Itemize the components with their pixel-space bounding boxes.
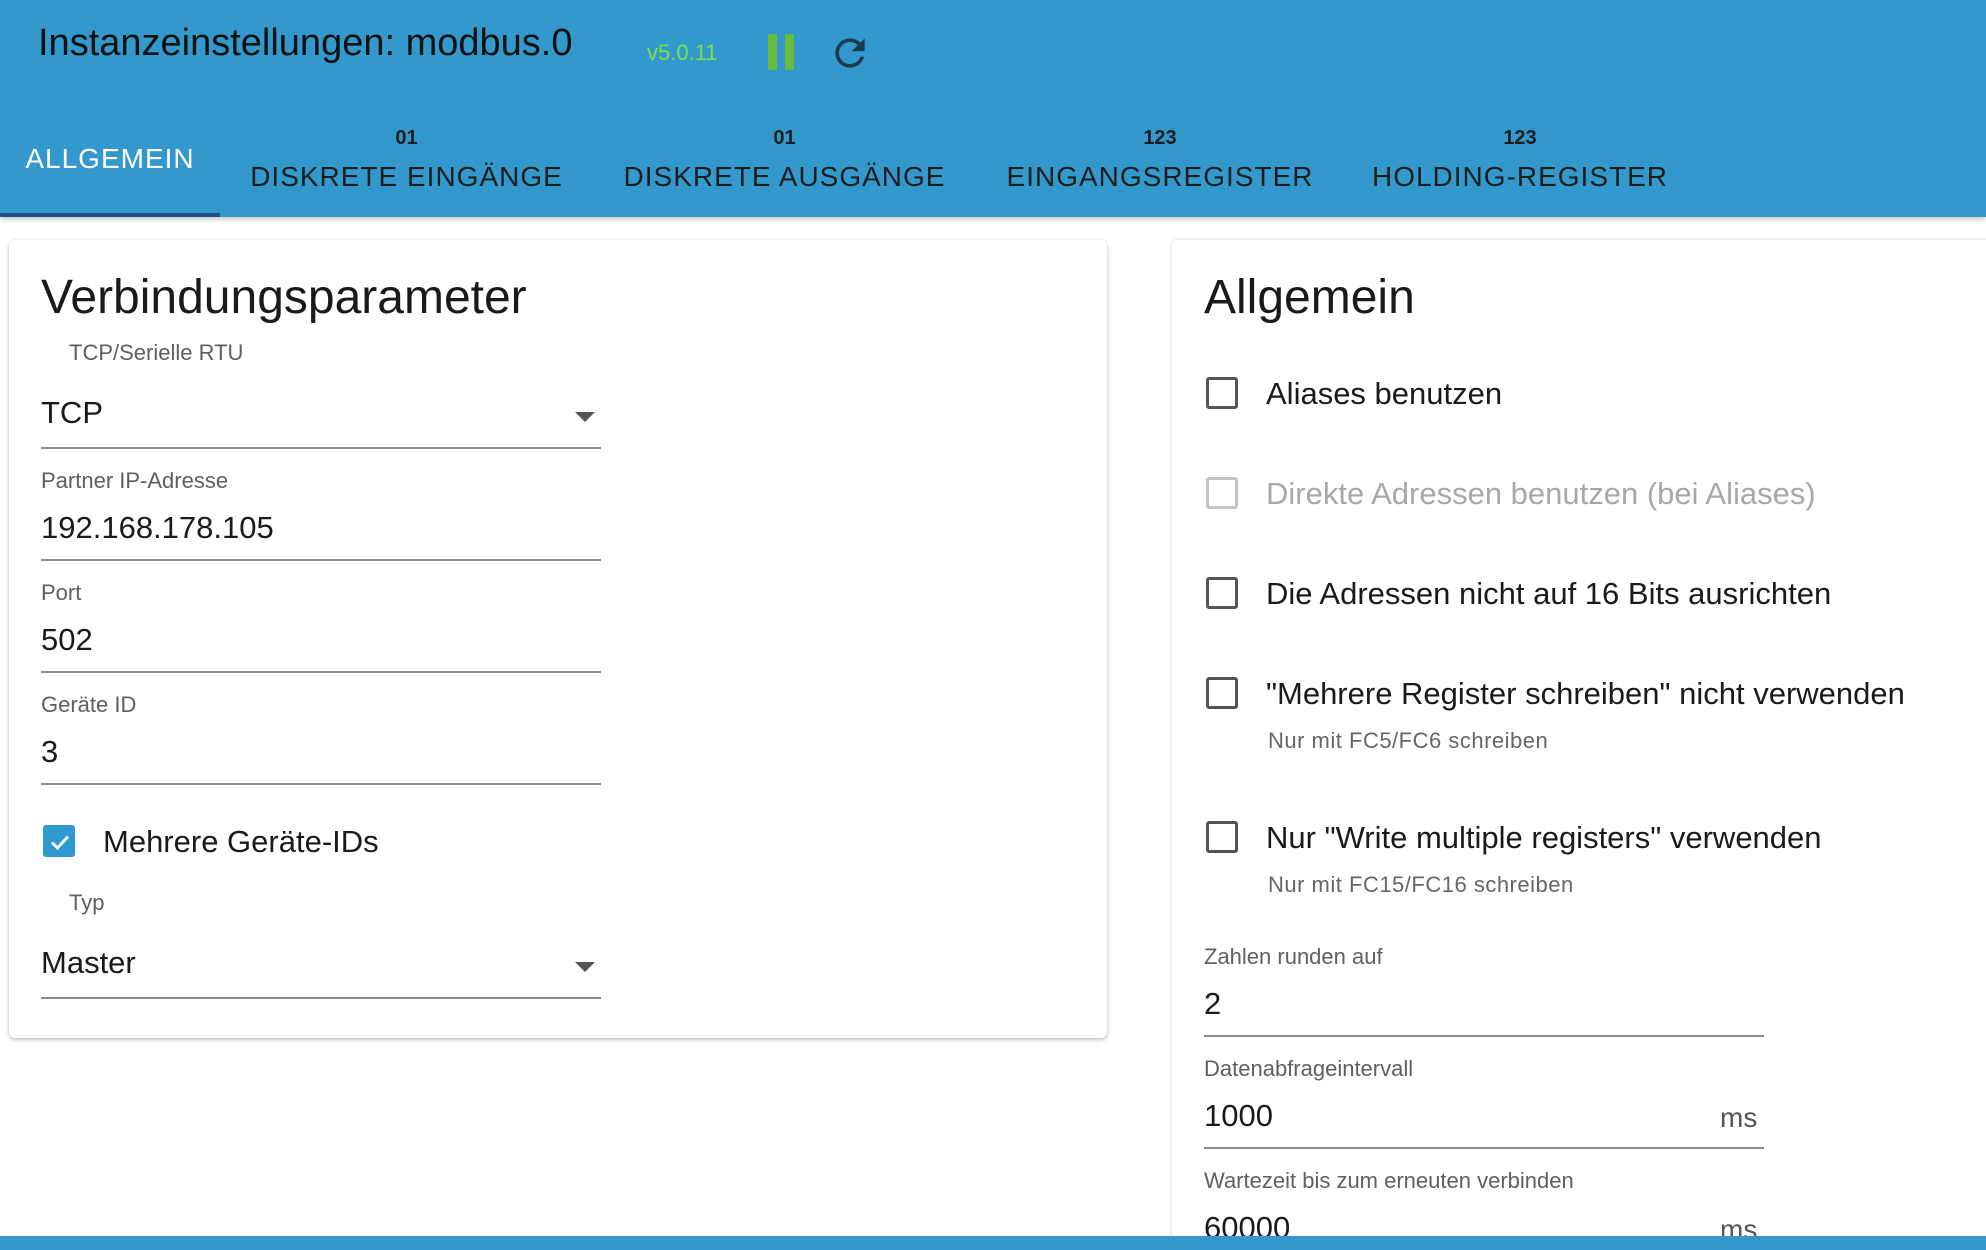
tab-diskrete-ausgaenge[interactable]: 01 DISKRETE AUSGÄNGE	[618, 100, 951, 217]
multi-ids-label: Mehrere Geräte-IDs	[103, 824, 379, 859]
round-underline	[1204, 1035, 1764, 1037]
multi-ids-checkbox[interactable]	[43, 825, 75, 857]
check-icon	[50, 835, 70, 851]
chevron-down-icon	[575, 962, 595, 972]
bottom-toolbar	[0, 1236, 1986, 1250]
section-title-connection: Verbindungsparameter	[41, 271, 527, 324]
ip-underline	[41, 559, 601, 561]
poll-unit: ms	[1720, 1102, 1758, 1133]
device-id-input[interactable]: 3	[41, 734, 58, 770]
tab-label: ALLGEMEIN	[25, 143, 195, 174]
no-multi-write-label: "Mehrere Register schreiben" nicht verwe…	[1266, 676, 1905, 711]
ip-input[interactable]: 192.168.178.105	[41, 510, 274, 546]
general-panel: Allgemein Aliases benutzen Direkte Adres…	[1172, 240, 1986, 1245]
connection-card: Verbindungsparameter TCP/Serielle RTU TC…	[9, 240, 1107, 1038]
tab-label: HOLDING-REGISTER	[1371, 161, 1669, 192]
poll-underline	[1204, 1147, 1764, 1149]
tab-label: DISKRETE AUSGÄNGE	[623, 161, 946, 192]
port-label: Port	[41, 580, 82, 605]
no-align-label: Die Adressen nicht auf 16 Bits ausrichte…	[1266, 576, 1832, 611]
mode-value: TCP	[41, 395, 103, 430]
type-underline	[41, 997, 601, 999]
active-tab-indicator	[0, 213, 220, 217]
tab-holding-register[interactable]: 123 HOLDING-REGISTER	[1365, 100, 1675, 217]
app-header: Instanzeinstellungen: modbus.0 v5.0.11 A…	[0, 0, 1986, 217]
no-multi-write-checkbox[interactable]	[1206, 677, 1238, 709]
only-multi-write-label: Nur "Write multiple registers" verwenden	[1266, 820, 1822, 855]
round-input[interactable]: 2	[1204, 986, 1221, 1022]
numeric-icon: 123	[1143, 127, 1177, 149]
round-label: Zahlen runden auf	[1204, 944, 1383, 969]
reload-icon[interactable]	[828, 31, 872, 75]
poll-input[interactable]: 1000	[1204, 1098, 1273, 1134]
version-badge: v5.0.11	[647, 40, 718, 65]
tab-diskrete-eingaenge[interactable]: 01 DISKRETE EINGÄNGE	[240, 100, 573, 217]
mode-select[interactable]: TCP	[41, 380, 611, 450]
direct-addresses-checkbox[interactable]	[1206, 477, 1238, 509]
ip-label: Partner IP-Adresse	[41, 468, 229, 493]
tab-eingangsregister[interactable]: 123 EINGANGSREGISTER	[1000, 100, 1320, 217]
mode-label: TCP/Serielle RTU	[69, 340, 244, 365]
mode-underline	[41, 447, 601, 449]
section-title-general: Allgemein	[1204, 271, 1415, 324]
port-input[interactable]: 502	[41, 622, 93, 658]
device-id-label: Geräte ID	[41, 692, 137, 717]
chevron-down-icon	[575, 412, 595, 422]
aliases-label: Aliases benutzen	[1266, 376, 1503, 411]
direct-addresses-label: Direkte Adressen benutzen (bei Aliases)	[1266, 476, 1816, 511]
no-align-checkbox[interactable]	[1206, 577, 1238, 609]
only-multi-write-helper: Nur mit FC15/FC16 schreiben	[1268, 872, 1574, 897]
pause-icon[interactable]	[766, 34, 796, 70]
aliases-checkbox[interactable]	[1206, 377, 1238, 409]
tab-label: DISKRETE EINGÄNGE	[250, 161, 563, 192]
type-select[interactable]: Master	[41, 930, 611, 1000]
port-underline	[41, 671, 601, 673]
type-label: Typ	[69, 890, 105, 915]
reconnect-label: Wartezeit bis zum erneuten verbinden	[1204, 1168, 1574, 1193]
tab-label: EINGANGSREGISTER	[1006, 161, 1314, 192]
page-title: Instanzeinstellungen: modbus.0	[38, 22, 573, 64]
binary-icon: 01	[773, 127, 796, 149]
poll-label: Datenabfrageintervall	[1204, 1056, 1414, 1081]
tab-allgemein[interactable]: ALLGEMEIN	[0, 100, 220, 217]
type-value: Master	[41, 945, 136, 980]
binary-icon: 01	[395, 127, 418, 149]
only-multi-write-checkbox[interactable]	[1206, 821, 1238, 853]
no-multi-write-helper: Nur mit FC5/FC6 schreiben	[1268, 728, 1549, 753]
device-id-underline	[41, 783, 601, 785]
numeric-icon: 123	[1503, 127, 1537, 149]
